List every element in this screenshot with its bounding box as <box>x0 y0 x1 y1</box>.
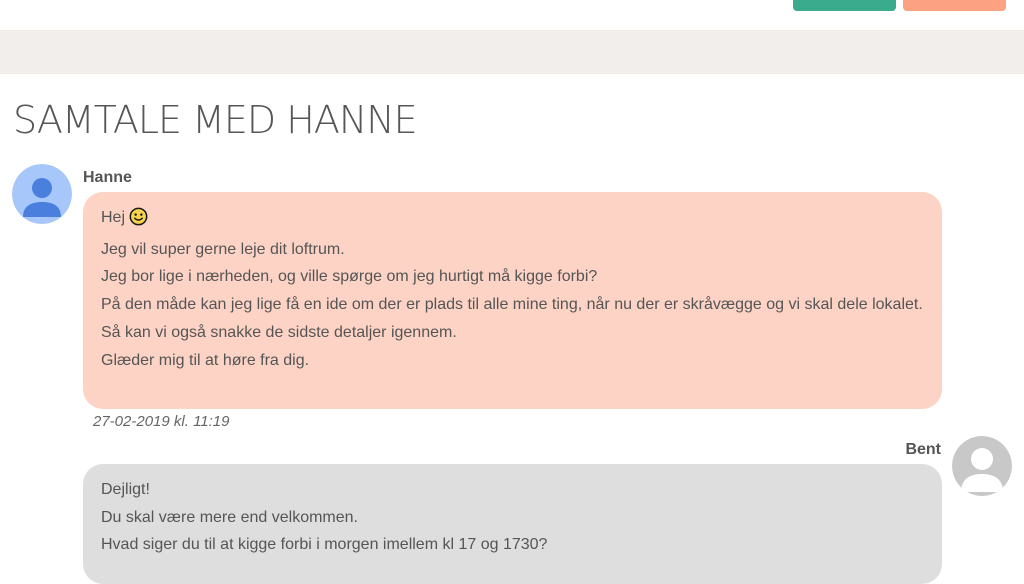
header-salmon-button[interactable] <box>903 0 1006 11</box>
page-title: SAMTALE MED HANNE <box>13 98 418 142</box>
header-band <box>0 30 1024 74</box>
user-avatar-blue-icon <box>12 164 72 224</box>
message-line: Jeg vil super gerne leje dit loftrum. <box>101 240 345 258</box>
message-line: Hej <box>101 204 924 236</box>
header-green-button[interactable] <box>793 0 896 11</box>
message-line: På den måde kan jeg lige få en ide om de… <box>101 296 923 314</box>
message-line: Dejligt! <box>101 481 150 498</box>
message-line: Så kan vi også snakke de sidste detaljer… <box>101 323 457 341</box>
message-line: Hvad siger du til at kigge forbi i morge… <box>101 536 548 554</box>
message-timestamp: 27-02-2019 kl. 11:19 <box>93 413 230 430</box>
message-sender: Bent <box>905 441 941 458</box>
message-sender: Hanne <box>83 169 132 186</box>
top-bar <box>0 0 1024 30</box>
user-avatar-gray-icon <box>952 436 1012 496</box>
smiley-emoji-icon <box>129 207 148 236</box>
message-bubble-incoming: Hej Jeg vil super gerne leje dit loftrum… <box>83 192 942 409</box>
message-line: Du skal være mere end velkommen. <box>101 508 358 526</box>
message-line: Jeg bor lige i nærheden, og ville spørge… <box>101 268 598 286</box>
message-bubble-outgoing: Dejligt! Du skal være mere end velkommen… <box>83 464 942 584</box>
message-line: Glæder mig til at høre fra dig. <box>101 351 310 369</box>
